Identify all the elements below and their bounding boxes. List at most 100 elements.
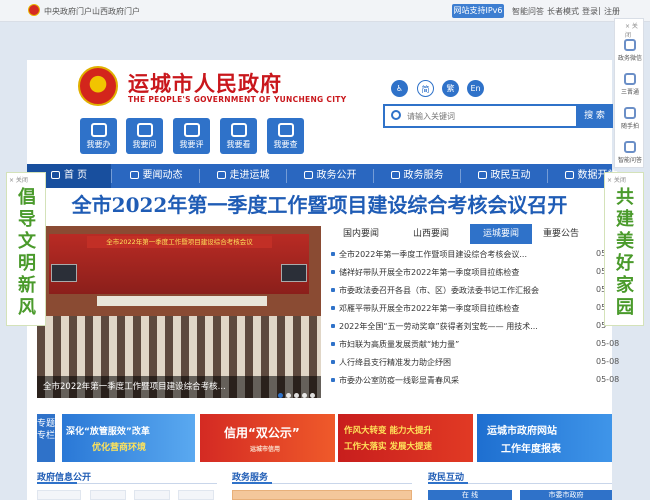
nav-services[interactable]: 政务服务: [374, 164, 460, 188]
search-icon: [277, 123, 294, 137]
nav-label: 政务服务: [403, 170, 444, 181]
special-topics-label: 专题专栏: [37, 414, 55, 462]
gov-emblem-logo[interactable]: [78, 66, 118, 106]
robot-icon: [624, 141, 636, 153]
tab-yuncheng-news[interactable]: 运城要闻: [470, 224, 532, 244]
banner-line2: 工作大落实 发展大提速: [344, 442, 432, 452]
tab-announcements[interactable]: 重要公告: [530, 224, 592, 244]
pager-dot[interactable]: [310, 393, 315, 398]
login-link[interactable]: 登录: [582, 6, 598, 17]
site-title[interactable]: 运城市人民政府: [128, 68, 282, 98]
quick-button-review[interactable]: 我要评: [173, 118, 210, 154]
pager-dot[interactable]: [294, 393, 299, 398]
sanjintong-item[interactable]: 三晋通: [615, 73, 645, 96]
nav-label: 走进运城: [229, 170, 270, 181]
stage-banner-text: 全市2022年第一季度工作暨项目建设综合考核会议: [87, 236, 272, 248]
news-item[interactable]: 2022年全国“五一劳动奖章”获得者刘宝乾—— 用技术... 05: [330, 318, 620, 336]
carousel-caption[interactable]: 全市2022年第一季度工作暨项目建设综合考核...: [43, 380, 226, 392]
topic-banner-reform[interactable]: 深化“放管服效”改革 优化营商环境: [62, 414, 195, 462]
close-button[interactable]: × 关闭: [9, 175, 28, 184]
online-box[interactable]: 在 线: [428, 490, 512, 500]
edit-icon: [90, 123, 107, 137]
simplified-chinese-button[interactable]: 简: [417, 80, 434, 97]
news-item[interactable]: 全市2022年第一季度工作暨项目建设综合考核会议... 05: [330, 246, 620, 264]
bullet-icon: [331, 324, 335, 328]
pager-dot[interactable]: [302, 393, 307, 398]
national-emblem-icon: [28, 4, 40, 16]
banner-line2: 优化营商环境: [92, 443, 147, 453]
news-title[interactable]: 市委政法委召开各县（市、区）委政法委书记工作汇报会: [339, 285, 554, 296]
quick-button-view[interactable]: 我要看: [220, 118, 257, 154]
topic-banner-credit[interactable]: 信用“双公示” 运城市信用: [200, 414, 335, 462]
news-title[interactable]: 邓雁平带队开展全市2022年第一季度项目拉练检查: [339, 303, 554, 314]
shanxi-gov-link[interactable]: 山西政府门户: [92, 6, 140, 17]
english-button[interactable]: En: [467, 80, 484, 97]
close-button[interactable]: × 关闭: [625, 21, 643, 39]
search-input[interactable]: [407, 109, 557, 123]
quick-button-search[interactable]: 我要查: [267, 118, 304, 154]
banner-line2: 运城市信用: [250, 446, 281, 453]
smart-qa-item[interactable]: 智能问答: [615, 141, 645, 164]
section-underline-active: [428, 482, 468, 484]
news-item[interactable]: 市妇联为高质量发展贡献“她力量” 05-08: [330, 336, 620, 354]
eye-icon: [230, 123, 247, 137]
committee-box[interactable]: 市委市政府: [520, 490, 612, 500]
headline-link[interactable]: 全市2022年第一季度工作暨项目建设综合考核会议召开: [27, 188, 612, 222]
section-underline: [37, 482, 217, 484]
mobile-icon: [624, 73, 636, 85]
pager-dot[interactable]: [286, 393, 291, 398]
ipv6-badge: 网站支持IPv6: [452, 4, 504, 18]
close-button[interactable]: × 关闭: [607, 175, 626, 184]
bullet-icon: [331, 288, 335, 292]
nav-interaction[interactable]: 政民互动: [461, 164, 547, 188]
about-icon: [216, 171, 226, 179]
search-button[interactable]: 搜 索: [576, 104, 613, 128]
info-tile[interactable]: [90, 490, 126, 500]
service-banner[interactable]: [232, 490, 412, 500]
elder-mode-link[interactable]: 长者模式: [547, 6, 579, 17]
section-underline: [428, 482, 612, 484]
quick-button-handle[interactable]: 我要办: [80, 118, 117, 154]
nav-about[interactable]: 走进运城: [200, 164, 286, 188]
bullet-icon: [331, 378, 335, 382]
accessibility-icon[interactable]: ♿: [391, 80, 408, 97]
register-link[interactable]: 注册: [604, 6, 620, 17]
news-title[interactable]: 2022年全国“五一劳动奖章”获得者刘宝乾—— 用技术...: [339, 321, 554, 332]
panel-label: 随手拍: [620, 123, 639, 130]
banner-line1: 信用“双公示”: [224, 426, 300, 440]
pager-dot[interactable]: [278, 393, 283, 398]
news-title[interactable]: 全市2022年第一季度工作暨项目建设综合考核会议...: [339, 249, 554, 260]
topic-banner-annual-report[interactable]: 运城市政府网站 工作年度报表: [477, 414, 612, 462]
news-item[interactable]: 市委办公室防疫一线彰显青春风采 05-08: [330, 372, 620, 390]
nav-gov-affairs[interactable]: 政务公开: [287, 164, 373, 188]
smart-qa-link[interactable]: 智能问答: [512, 6, 544, 17]
nav-news[interactable]: 要闻动态: [113, 164, 199, 188]
affairs-icon: [303, 171, 313, 179]
quick-button-ask[interactable]: 我要问: [126, 118, 163, 154]
news-item[interactable]: 邓雁平带队开展全市2022年第一季度项目拉练检查 05: [330, 300, 620, 318]
news-item[interactable]: 人行绛县支行精准发力助企纾困 05-08: [330, 354, 620, 372]
tab-national-news[interactable]: 国内要闻: [330, 224, 392, 244]
traditional-chinese-button[interactable]: 繁: [442, 80, 459, 97]
float-banner-right[interactable]: × 关闭 共建美好家园: [604, 172, 644, 326]
topic-banner-work-style[interactable]: 作风大转变 能力大提升 工作大落实 发展大提速: [338, 414, 473, 462]
top-bar: 中央政府门户 山西政府门户 网站支持IPv6 智能问答 长者模式 登录 | 注册: [0, 0, 650, 22]
float-banner-left[interactable]: × 关闭 倡导文明新风: [6, 172, 46, 326]
news-carousel[interactable]: 全市2022年第一季度工作暨项目建设综合考核会议 全市2022年第一季度工作暨项…: [37, 226, 321, 398]
news-title[interactable]: 市妇联为高质量发展贡献“她力量”: [339, 339, 554, 350]
central-gov-link[interactable]: 中央政府门户: [44, 6, 92, 17]
question-icon: [136, 123, 153, 137]
news-title[interactable]: 人行绛县支行精准发力助企纾困: [339, 357, 554, 368]
news-title[interactable]: 储祥好带队开展全市2022年第一季度项目拉练检查: [339, 267, 554, 278]
right-service-panel: × 关闭 政务微信 三晋通 随手拍 智能问答: [614, 18, 644, 168]
info-tile[interactable]: [178, 490, 214, 500]
info-tile[interactable]: [37, 490, 81, 500]
tab-shanxi-news[interactable]: 山西要闻: [400, 224, 462, 244]
news-item[interactable]: 市委政法委召开各县（市、区）委政法委书记工作汇报会 05: [330, 282, 620, 300]
info-tile[interactable]: [134, 490, 170, 500]
snapshot-item[interactable]: 随手拍: [615, 107, 645, 130]
news-title[interactable]: 市委办公室防疫一线彰显青春风采: [339, 375, 554, 386]
news-item[interactable]: 储祥好带队开展全市2022年第一季度项目拉练检查 05: [330, 264, 620, 282]
bullet-icon: [331, 360, 335, 364]
wechat-item[interactable]: 政务微信: [615, 39, 645, 62]
